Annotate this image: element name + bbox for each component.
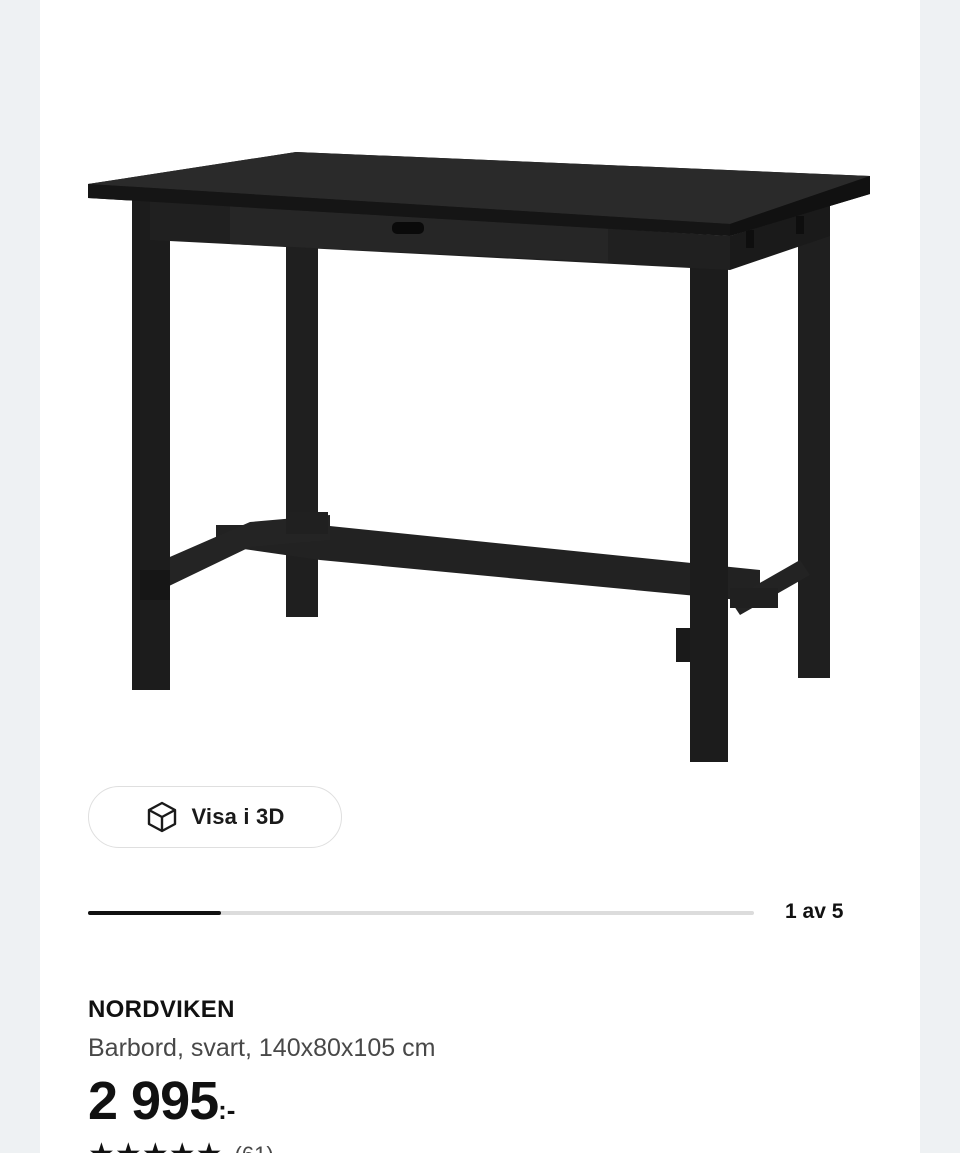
gallery-progress-bar <box>88 911 754 915</box>
price-currency-suffix: :- <box>218 1095 236 1125</box>
gallery-progress-fill <box>88 911 222 915</box>
view-in-3d-button[interactable]: Visa i 3D <box>88 786 342 848</box>
rating-stars: ★★★★★ <box>88 1140 223 1153</box>
star-icon: ★ <box>142 1138 169 1153</box>
bar-table-illustration <box>88 152 870 762</box>
gallery-page-counter: 1 av 5 <box>785 900 844 923</box>
product-description: Barbord, svart, 140x80x105 cm <box>88 1034 436 1062</box>
rating-count: (61) <box>235 1142 274 1153</box>
price-amount: 2 995 <box>88 1071 219 1131</box>
star-icon: ★ <box>169 1138 196 1153</box>
product-image[interactable] <box>40 0 920 780</box>
product-rating[interactable]: ★★★★★ (61) <box>88 1140 274 1153</box>
star-icon: ★ <box>196 1138 223 1153</box>
product-name[interactable]: NORDVIKEN <box>88 996 235 1024</box>
star-icon: ★ <box>88 1138 115 1153</box>
view-in-3d-label: Visa i 3D <box>191 804 285 829</box>
star-icon: ★ <box>115 1138 142 1153</box>
product-price: 2 995:- <box>88 1070 235 1132</box>
cube-icon <box>145 800 179 834</box>
product-card: Visa i 3D 1 av 5 NORDVIKEN Barbord, svar… <box>40 0 920 1153</box>
